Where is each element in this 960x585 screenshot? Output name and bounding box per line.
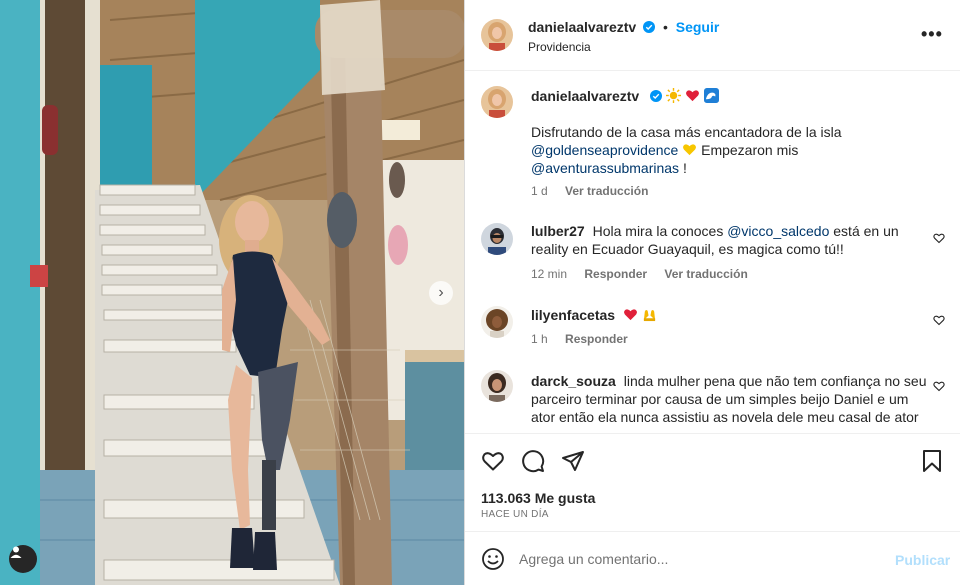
caption-line-1: Disfrutando de la casa más encantadora d… <box>531 124 842 140</box>
post-side-panel: danielaalvareztv • Seguir Providencia ••… <box>464 0 960 585</box>
caption-mention-2[interactable]: @aventurassubmarinas <box>531 160 679 176</box>
smiley-icon[interactable] <box>481 547 505 571</box>
post-header: danielaalvareztv • Seguir Providencia ••… <box>465 0 960 71</box>
praise-hands-emoji <box>643 310 655 322</box>
comment-text: lilyenfacetas <box>531 306 931 324</box>
comment-avatar[interactable] <box>481 306 513 338</box>
comment-item: lilyenfacetas 1 h Responder <box>465 294 960 354</box>
reply-link[interactable]: Responder <box>584 267 647 281</box>
comment-item: lulber27 Hola mira la conoces @vicco_sal… <box>465 212 960 282</box>
caption-meta: 1 d Ver traducción <box>531 184 648 198</box>
follow-button[interactable]: Seguir <box>676 19 720 35</box>
caption-avatar[interactable] <box>481 86 513 118</box>
comment-avatar[interactable] <box>481 370 513 402</box>
caption-block: danielaalvareztv Disfrutando de la casa … <box>465 72 960 207</box>
caption-mention-1[interactable]: @goldenseaprovidence <box>531 142 678 158</box>
bookmark-icon[interactable] <box>920 449 944 473</box>
reply-link[interactable]: Responder <box>565 332 628 346</box>
comment-time: 1 h <box>531 332 548 346</box>
photo-illustration <box>0 0 464 585</box>
comments-list[interactable]: danielaalvareztv Disfrutando de la casa … <box>465 72 960 433</box>
posted-time[interactable]: HACE UN DÍA <box>481 509 549 520</box>
post-location[interactable]: Providencia <box>528 40 591 54</box>
comment-username[interactable]: lilyenfacetas <box>531 307 615 323</box>
send-icon[interactable] <box>561 449 585 473</box>
red-heart-emoji <box>685 90 699 102</box>
tagged-users-button[interactable] <box>9 545 37 573</box>
comment-item: darck_souza linda mulher pena que não te… <box>465 364 960 433</box>
user-tag-icon <box>10 546 22 558</box>
caption-text: Disfrutando de la casa más encantadora d… <box>531 123 931 177</box>
post-dialog: › danielaalvareztv • Seguir Providencia … <box>0 0 960 585</box>
post-photo[interactable]: › <box>0 0 464 585</box>
separator-dot: • <box>662 19 668 35</box>
comment-username[interactable]: darck_souza <box>531 373 616 389</box>
comment-composer: Publicar <box>465 531 960 585</box>
heart-icon[interactable] <box>481 449 505 473</box>
author-avatar[interactable] <box>481 19 513 51</box>
comment-text: lulber27 Hola mira la conoces @vicco_sal… <box>531 222 931 258</box>
yellow-heart-emoji <box>683 144 697 156</box>
comment-like-icon[interactable] <box>933 232 945 244</box>
wave-emoji <box>703 88 719 103</box>
author-username[interactable]: danielaalvareztv <box>528 19 636 35</box>
verified-badge-icon <box>643 21 656 33</box>
next-photo-button[interactable]: › <box>429 281 453 305</box>
more-horizontal-icon[interactable]: ••• <box>921 24 943 45</box>
sun-emoji <box>665 88 681 103</box>
translate-link[interactable]: Ver traducción <box>664 267 747 281</box>
post-actions: 113.063 Me gusta HACE UN DÍA <box>465 433 960 530</box>
caption-username[interactable]: danielaalvareztv <box>531 88 639 104</box>
comment-text: darck_souza linda mulher pena que não te… <box>531 372 931 426</box>
comment-meta: 1 h Responder <box>531 332 628 346</box>
comment-input[interactable] <box>519 546 849 572</box>
caption-line-3: ! <box>679 160 687 176</box>
header-user-line: danielaalvareztv • Seguir <box>528 19 719 35</box>
comment-username[interactable]: lulber27 <box>531 223 585 239</box>
caption-time: 1 d <box>531 184 548 198</box>
caption-translate-link[interactable]: Ver traducción <box>565 184 648 198</box>
likes-count[interactable]: 113.063 Me gusta <box>481 490 595 506</box>
chevron-right-icon: › <box>438 284 444 301</box>
red-heart-emoji <box>623 309 637 321</box>
comment-body: Hola mira la conoces <box>592 223 728 239</box>
caption-header: danielaalvareztv <box>531 87 931 105</box>
comment-mention[interactable]: @vicco_salcedo <box>727 223 829 239</box>
verified-badge-icon <box>650 90 663 102</box>
publish-button[interactable]: Publicar <box>895 552 950 568</box>
caption-line-2: Empezaron mis <box>701 142 799 158</box>
comment-like-icon[interactable] <box>933 314 945 326</box>
comment-icon[interactable] <box>521 449 545 473</box>
comment-time: 12 min <box>531 267 568 281</box>
comment-meta: 12 min Responder Ver traducción <box>531 267 748 281</box>
comment-like-icon[interactable] <box>933 380 945 392</box>
comment-avatar[interactable] <box>481 223 513 255</box>
